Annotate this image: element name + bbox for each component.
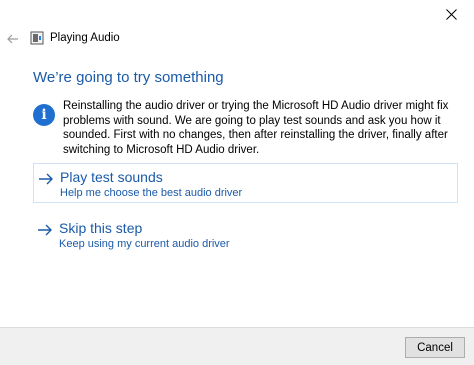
back-button[interactable] xyxy=(5,31,21,47)
cancel-button[interactable]: Cancel xyxy=(405,337,465,358)
footer-bar: Cancel xyxy=(0,327,474,365)
close-button[interactable] xyxy=(428,0,474,28)
info-icon: i xyxy=(33,104,55,126)
option-title: Play test sounds xyxy=(60,169,163,185)
arrow-right-icon xyxy=(39,173,53,185)
option-subtitle: Keep using my current audio driver xyxy=(59,238,230,250)
back-arrow-icon xyxy=(7,34,18,44)
info-description: Reinstalling the audio driver or trying … xyxy=(63,100,449,156)
title-bar: Playing Audio xyxy=(0,28,474,50)
troubleshooter-window: Playing Audio We’re going to try somethi… xyxy=(0,0,474,365)
close-icon xyxy=(445,8,457,20)
arrow-right-icon xyxy=(38,224,52,236)
window-title: Playing Audio xyxy=(50,32,120,44)
play-test-sounds-option[interactable]: Play test sounds Help me choose the best… xyxy=(33,163,458,203)
page-heading: We’re going to try something xyxy=(33,69,224,86)
skip-this-step-option[interactable]: Skip this step Keep using my current aud… xyxy=(33,215,458,255)
option-subtitle: Help me choose the best audio driver xyxy=(60,187,243,199)
troubleshooter-icon xyxy=(30,31,44,45)
option-title: Skip this step xyxy=(59,220,143,236)
